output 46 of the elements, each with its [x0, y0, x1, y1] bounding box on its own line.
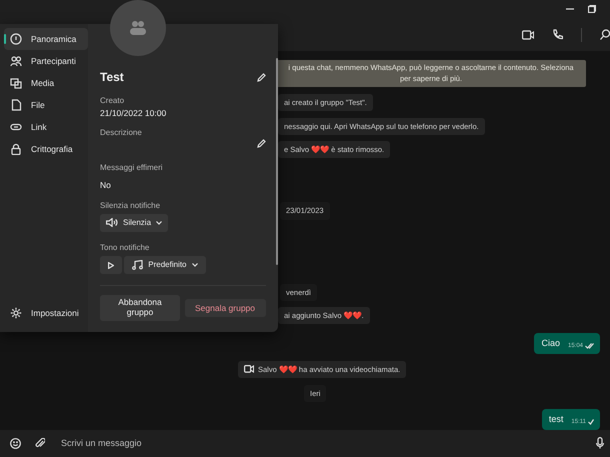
speaker-icon	[106, 218, 118, 228]
message-text: Ciao	[541, 337, 560, 350]
nav-item[interactable]: Media	[4, 72, 88, 94]
leave-group-button[interactable]: Abbandona gruppo	[100, 295, 180, 321]
nav-item[interactable]: Panoramica	[4, 28, 88, 50]
video-call-icon[interactable]	[522, 30, 534, 40]
nav-item[interactable]: Crittografia	[4, 138, 88, 160]
nav-item[interactable]: File	[4, 94, 88, 116]
emoji-icon[interactable]	[10, 438, 21, 449]
lock-icon	[10, 143, 22, 155]
link-icon	[10, 121, 22, 133]
nav-item[interactable]: Partecipanti	[4, 50, 88, 72]
video-camera-icon	[244, 365, 254, 374]
field-label: Messaggi effimeri	[100, 162, 164, 174]
info-icon	[10, 33, 22, 45]
caret-icon	[156, 220, 162, 225]
pencil-icon[interactable]	[256, 138, 266, 148]
restore-icon[interactable]	[588, 5, 596, 14]
created-date: 21/10/2022 10:00	[100, 107, 168, 120]
group-name: Test	[100, 69, 124, 86]
scrollbar[interactable]	[276, 58, 278, 265]
search-icon[interactable]	[600, 29, 610, 40]
phone-icon[interactable]	[552, 29, 563, 40]
tone-dropdown[interactable]: Predefinito	[124, 256, 206, 274]
music-note-icon	[132, 260, 144, 270]
microphone-icon[interactable]	[596, 437, 604, 450]
play-button[interactable]	[100, 256, 122, 274]
report-group-button[interactable]: Segnala gruppo	[184, 299, 266, 317]
nav-item[interactable]: Link	[4, 116, 88, 138]
people-icon	[10, 55, 22, 67]
play-icon	[108, 262, 114, 268]
pencil-icon[interactable]	[256, 72, 266, 82]
settings-icon	[10, 307, 22, 319]
field-label: Creato	[100, 95, 126, 107]
settings-item[interactable]: Impostazioni	[4, 302, 88, 324]
mute-dropdown[interactable]: Silenzia	[100, 214, 168, 232]
message-text: test	[548, 413, 564, 426]
group-icon	[128, 20, 148, 36]
field-label: Silenzia notifiche	[100, 200, 162, 212]
field-value: No	[100, 178, 112, 192]
media-icon	[10, 77, 22, 89]
field-label: Tono notifiche	[100, 242, 150, 254]
paperclip-icon[interactable]	[35, 438, 45, 449]
field-label: Descrizione	[100, 126, 143, 139]
caret-icon	[192, 263, 198, 267]
file-icon	[10, 99, 22, 111]
